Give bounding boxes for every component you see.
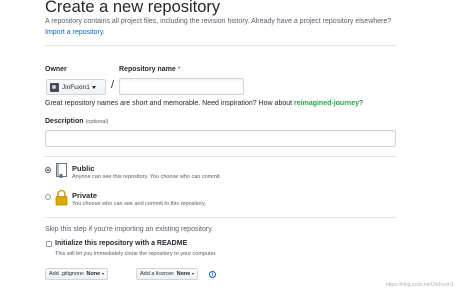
lock-icon <box>55 189 68 211</box>
owner-select-button[interactable]: JinFuxin1 <box>46 79 106 95</box>
private-title: Private <box>72 191 98 200</box>
private-radio[interactable] <box>45 194 51 200</box>
owner-label: Owner <box>45 66 67 73</box>
skip-step-text: Skip this step if you're importing an ex… <box>45 226 214 233</box>
visibility-divider <box>45 217 397 218</box>
owner-name: JinFuxin1 <box>62 83 90 91</box>
chevron-down-icon <box>91 85 96 89</box>
description-divider <box>45 156 397 157</box>
public-description: Anyone can see this repository. You choo… <box>72 174 222 180</box>
public-radio[interactable] <box>45 167 51 173</box>
hint-text: Great repository names are short and mem… <box>45 100 293 107</box>
description-input[interactable] <box>45 130 396 147</box>
hint-suffix: ? <box>359 100 363 107</box>
license-label: Add a license: <box>140 271 175 277</box>
info-icon[interactable]: i <box>209 271 216 278</box>
readme-label[interactable]: Initialize this repository with a README <box>55 240 187 247</box>
header-divider <box>45 45 397 46</box>
license-value: None <box>176 271 191 277</box>
chevron-down-icon <box>192 273 195 275</box>
import-repository-link[interactable]: Import a repository. <box>45 29 105 36</box>
gitignore-select-button[interactable]: Add .gitignore: None <box>45 268 109 280</box>
gitignore-label: Add .gitignore: <box>49 271 85 277</box>
required-mark: * <box>177 66 181 73</box>
owner-avatar-icon <box>50 82 59 92</box>
public-title: Public <box>72 164 95 173</box>
public-repo-icon <box>55 163 68 183</box>
owner-repo-separator: / <box>111 79 115 91</box>
repository-name-label: Repository name * <box>119 66 180 73</box>
license-select-button[interactable]: Add a license: None <box>136 268 199 280</box>
repository-name-input[interactable] <box>119 78 244 95</box>
name-suggestion[interactable]: reimagined-journey <box>294 100 359 107</box>
repository-name-label-text: Repository name <box>119 66 176 73</box>
chevron-down-icon <box>102 273 105 275</box>
readme-description: This will let you immediately clone the … <box>55 251 217 257</box>
optional-tag: (optional) <box>85 119 109 125</box>
page-subtitle: A repository contains all project files,… <box>45 18 392 25</box>
description-label: Description (optional) <box>45 118 108 125</box>
gitignore-value: None <box>86 271 101 277</box>
readme-checkbox[interactable] <box>46 241 52 247</box>
description-label-text: Description <box>45 118 84 125</box>
watermark-text: https://blog.csdn.net/JinFuxin1 <box>386 282 454 288</box>
page-title: Create a new repository <box>45 0 221 16</box>
repository-name-hint: Great repository names are short and mem… <box>45 100 363 107</box>
private-description: You choose who can see and commit to thi… <box>72 201 206 207</box>
